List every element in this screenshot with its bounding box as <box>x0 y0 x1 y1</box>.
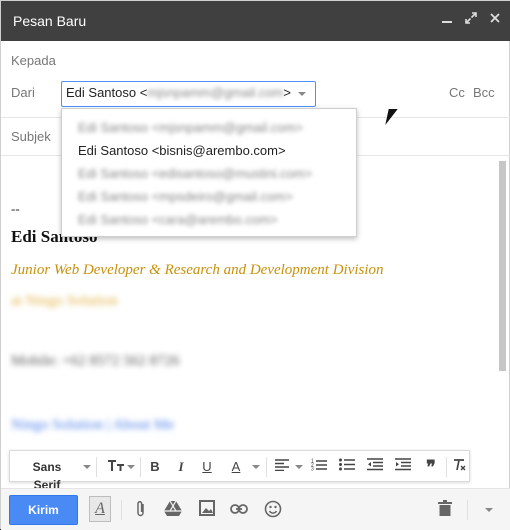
text-color-arrow-icon <box>252 465 260 469</box>
from-value-end: > <box>283 85 291 100</box>
font-family-arrow-icon <box>83 465 91 469</box>
from-value-name: Edi Santoso < <box>66 85 148 100</box>
attach-icon[interactable] <box>131 500 151 520</box>
bold-icon[interactable]: B <box>146 458 164 476</box>
from-dropdown-menu: Edi Santoso <mjsnpamm@gmail.com> Edi San… <box>61 108 357 237</box>
font-family-select[interactable]: Sans Serif <box>18 458 76 492</box>
trash-icon[interactable] <box>435 500 455 520</box>
expand-icon[interactable] <box>461 10 481 30</box>
to-label: Kepada <box>11 53 56 68</box>
formatting-icon[interactable]: A <box>89 496 111 522</box>
signature-company: at Ningo Solution <box>11 293 118 309</box>
send-button[interactable]: Kirim <box>9 495 78 525</box>
close-icon[interactable] <box>485 10 505 30</box>
toolbar-separator <box>266 457 267 477</box>
scrollbar-thumb[interactable] <box>499 161 506 371</box>
more-options-icon[interactable] <box>485 508 493 512</box>
text-color-icon[interactable]: A <box>224 458 248 476</box>
bottom-toolbar: Kirim A <box>1 488 510 530</box>
formatting-toolbar: Sans Serif B I U A 123 ❞ <box>9 450 470 492</box>
toolbar-separator <box>140 457 141 477</box>
dropdown-item-5[interactable]: Edi Santoso <cara@arembo.com> <box>78 212 278 227</box>
compose-titlebar[interactable]: Pesan Baru <box>1 1 510 41</box>
align-icon[interactable] <box>272 458 292 476</box>
subject-label: Subjek <box>11 129 51 144</box>
underline-icon[interactable]: U <box>198 458 216 476</box>
signature-role: Junior Web Developer & Research and Deve… <box>11 262 384 278</box>
bulleted-list-icon[interactable] <box>336 458 358 476</box>
bcc-link[interactable]: Bcc <box>473 85 495 100</box>
photo-icon[interactable] <box>197 500 217 520</box>
drive-icon[interactable] <box>163 500 183 520</box>
to-input[interactable] <box>61 47 441 73</box>
numbered-list-icon[interactable]: 123 <box>308 458 330 476</box>
toolbar-separator <box>96 457 97 477</box>
toolbar-separator <box>446 457 447 477</box>
italic-icon[interactable]: I <box>172 458 190 476</box>
dropdown-item-2[interactable]: Edi Santoso <bisnis@arembo.com> <box>78 143 286 158</box>
dropdown-item-1[interactable]: Edi Santoso <mjsnpamm@gmail.com> <box>78 120 303 135</box>
signature-separator: -- <box>11 201 20 216</box>
cc-link[interactable]: Cc <box>449 85 465 100</box>
font-size-arrow-icon <box>127 465 135 469</box>
indent-more-icon[interactable] <box>392 458 414 476</box>
toolbar-separator <box>121 500 122 520</box>
quote-icon[interactable]: ❞ <box>420 458 442 476</box>
from-label: Dari <box>11 85 35 100</box>
compose-title: Pesan Baru <box>13 13 87 29</box>
remove-formatting-icon[interactable] <box>448 458 470 476</box>
svg-text:3: 3 <box>311 467 314 472</box>
from-value-email: mjsnpamm@gmail.com <box>147 85 284 100</box>
compose-window: Pesan Baru Kepada Dari Edi Santoso <mjsn… <box>0 0 510 530</box>
from-select[interactable]: Edi Santoso <mjsnpamm@gmail.com> <box>61 81 316 107</box>
align-arrow-icon <box>295 465 303 469</box>
link-icon[interactable] <box>229 500 249 520</box>
signature-mobile: Mobile: +62 8572 562 8726 <box>11 353 180 369</box>
from-dropdown-arrow-icon <box>298 92 306 96</box>
minimize-icon[interactable] <box>437 10 457 30</box>
dropdown-item-3[interactable]: Edi Santoso <edisantoso@mustini.com> <box>78 166 312 181</box>
signature-links[interactable]: Ningo Solution | About Me <box>11 417 174 434</box>
toolbar-separator <box>467 500 468 520</box>
font-size-icon[interactable] <box>104 458 128 476</box>
emoji-icon[interactable] <box>263 500 283 520</box>
indent-less-icon[interactable] <box>364 458 386 476</box>
dropdown-item-4[interactable]: Edi Santoso <mpsdeiro@gmail.com> <box>78 189 293 204</box>
body-scrollbar[interactable] <box>497 159 508 475</box>
